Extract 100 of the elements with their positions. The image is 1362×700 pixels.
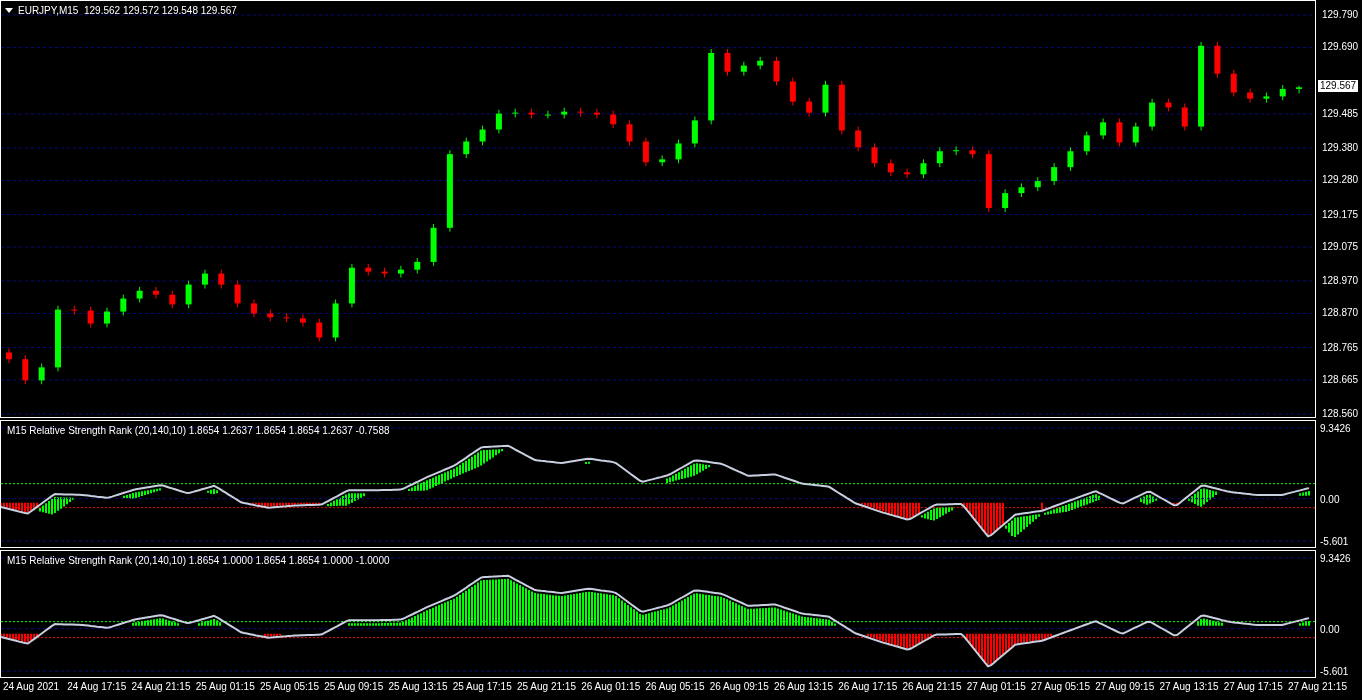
candle [838, 80, 845, 135]
candle [1247, 88, 1254, 104]
candle [1263, 92, 1270, 104]
candle [1132, 122, 1139, 147]
candle [120, 294, 127, 316]
time-label: 24 Aug 2021 [3, 681, 61, 694]
candle [610, 110, 617, 129]
time-label: 25 Aug 01:15 [195, 681, 256, 694]
candle [1100, 117, 1107, 140]
candle [1149, 98, 1156, 131]
candle [104, 307, 110, 328]
candle [397, 265, 404, 278]
candle [642, 137, 649, 167]
candle [38, 362, 45, 385]
candle [544, 110, 551, 119]
time-label: 26 Aug 01:15 [581, 681, 642, 694]
time-label: 27 Aug 01:15 [966, 681, 1027, 694]
price-label: 128.665 [1322, 373, 1359, 387]
candle [1165, 98, 1172, 112]
candle [740, 61, 747, 77]
candle [201, 269, 208, 289]
candle [920, 158, 927, 179]
candle [577, 107, 584, 117]
candle [6, 348, 12, 364]
candle [87, 306, 94, 328]
candle [267, 309, 274, 322]
price-label: 129.790 [1322, 7, 1359, 22]
axis-label: -5.601 [1320, 665, 1349, 679]
candle [675, 139, 682, 164]
candle [985, 149, 992, 213]
candle [332, 299, 339, 342]
candle [283, 313, 290, 323]
candle [855, 126, 862, 152]
price-label: 128.560 [1322, 407, 1359, 422]
axis-label: 0.00 [1320, 492, 1340, 507]
price-label: 129.175 [1322, 207, 1359, 222]
time-label: 25 Aug 05:15 [260, 681, 320, 694]
price-label: 128.870 [1322, 306, 1359, 321]
candle [757, 56, 764, 70]
candle [22, 354, 29, 385]
candle [479, 125, 486, 146]
candle [1067, 146, 1074, 172]
candle [250, 299, 257, 318]
candle [789, 77, 796, 106]
current-price-tag: 129.567 [1318, 80, 1359, 93]
time-label: 24 Aug 21:15 [131, 681, 192, 694]
candle [169, 290, 176, 309]
candle [724, 48, 731, 77]
time-label: 25 Aug 17:15 [452, 681, 513, 694]
time-label: 25 Aug 13:15 [388, 681, 449, 694]
candle [1116, 117, 1123, 147]
candle [969, 145, 976, 159]
candle [430, 223, 437, 267]
candle [691, 116, 698, 148]
time-label: 26 Aug 09:15 [709, 681, 770, 694]
time-label: 26 Aug 17:15 [838, 681, 899, 694]
price-label: 128.765 [1322, 340, 1359, 355]
candle [495, 109, 502, 134]
candle [1034, 176, 1041, 192]
candle [871, 142, 878, 168]
price-label: 129.485 [1322, 106, 1359, 121]
price-label: 129.690 [1322, 40, 1359, 55]
candle [299, 313, 306, 327]
candle [1018, 182, 1025, 198]
candle [365, 263, 372, 276]
candle [348, 263, 355, 308]
axis-label: 0.00 [1320, 622, 1340, 637]
chart-header: EURJPY,M15 129.562 129.572 129.548 129.567 [18, 4, 237, 18]
candle [593, 108, 600, 119]
axis-label: 9.3426 [1320, 422, 1351, 436]
candle [1051, 162, 1058, 186]
indicator-title: M15 Relative Strength Rank (20,140,10) 1.8654 1.2637 1.8654 1.8654 1.2637 -0.7588 [7, 424, 390, 438]
candle [806, 97, 813, 117]
axis-label: -5.601 [1320, 535, 1349, 549]
time-label: 27 Aug 13:15 [1159, 681, 1220, 694]
dropdown-triangle-icon[interactable] [5, 8, 13, 13]
candle [1230, 69, 1237, 97]
candle [773, 56, 780, 86]
time-label: 27 Aug 09:15 [1095, 681, 1156, 694]
candle [1296, 85, 1303, 94]
time-label: 26 Aug 13:15 [774, 681, 834, 694]
candle [659, 154, 666, 167]
candle [316, 318, 323, 342]
indicator-title: M15 Relative Strength Rank (20,140,10) 1.8654 1.0000 1.8654 1.8654 1.0000 -1.0000 [7, 554, 390, 568]
candle [1279, 84, 1286, 101]
candle [626, 119, 633, 146]
candle [185, 280, 192, 309]
candle [904, 167, 911, 179]
candle [822, 80, 829, 117]
candle [381, 267, 388, 278]
candle [463, 137, 470, 159]
candle [136, 286, 143, 303]
candle [561, 107, 568, 119]
candle [1083, 130, 1090, 156]
candle [218, 269, 225, 289]
price-label: 129.280 [1322, 173, 1359, 188]
candle [414, 257, 421, 275]
axis-label: 9.3426 [1320, 552, 1351, 566]
candle [1214, 41, 1221, 79]
candle [936, 146, 943, 168]
